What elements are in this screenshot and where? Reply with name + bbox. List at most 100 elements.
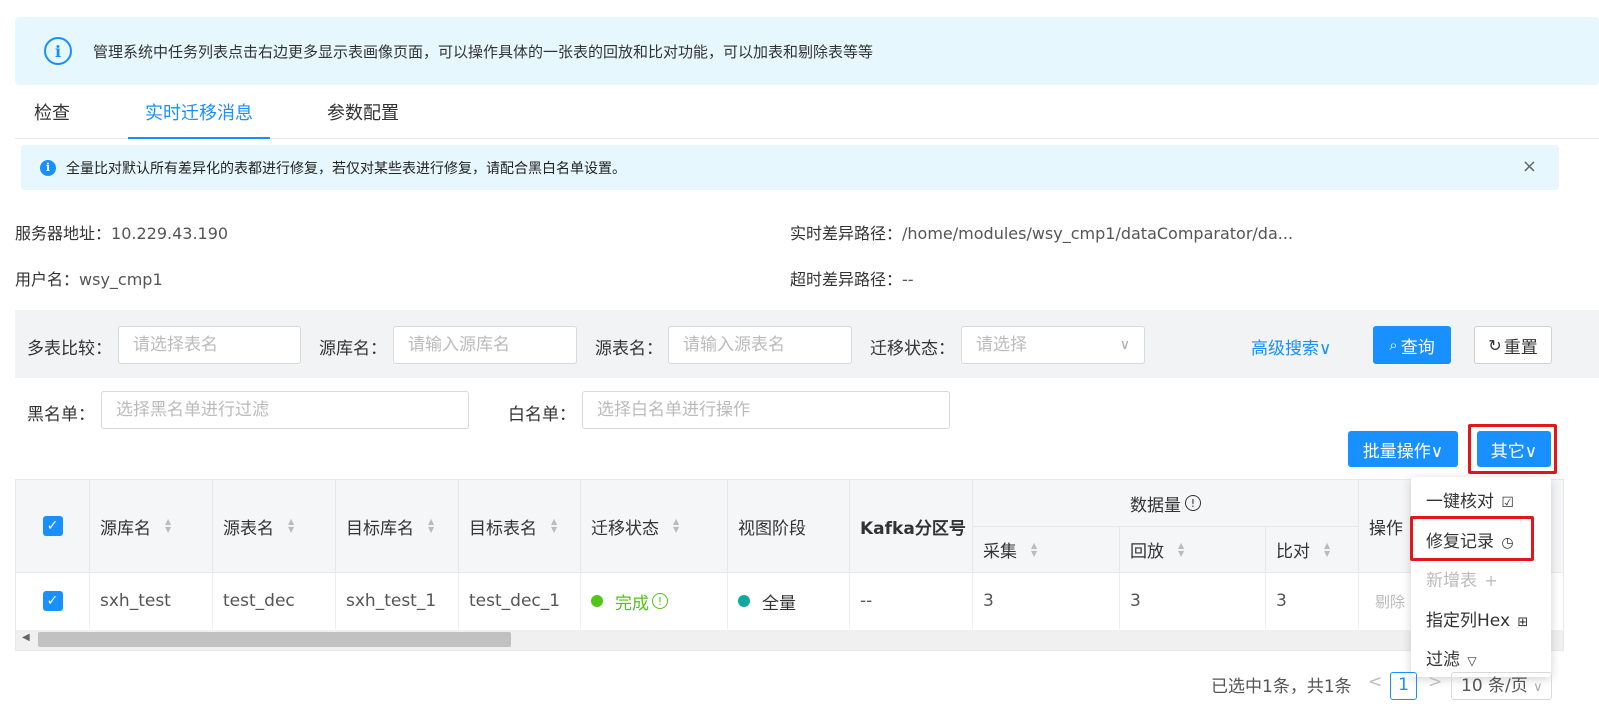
highlight-box [1410,516,1534,561]
header-src-db-label: 源库名 [100,518,151,539]
header-collect[interactable]: 采集 ▲ ▼ [973,527,1120,573]
timeout-path: 超时差异路径：-- [790,266,914,290]
header-data-volume: 数据量 ! [973,480,1359,527]
page-size-value: 10 条/页 [1461,676,1528,696]
highlight-box [1468,424,1557,474]
status-dot [591,595,603,607]
status-text: 完成 [615,593,649,614]
sort-icon[interactable]: ▲ ▼ [673,518,679,534]
filter-icon: ▽ [1467,654,1477,668]
src-table-label: 源表名： [595,339,663,359]
menu-item-add-table[interactable]: 新增表 + [1426,566,1498,591]
status-select[interactable]: 请选择 ∨ [961,326,1145,364]
header-compare-label: 比对 [1276,542,1310,562]
status-label: 迁移状态： [870,339,955,359]
prev-page-button[interactable]: < [1368,672,1382,692]
header-status-label: 迁移状态 [591,518,659,539]
chevron-down-icon: ∨ [1119,337,1130,353]
sort-icon[interactable]: ▲ ▼ [551,518,557,534]
header-compare[interactable]: 比对 ▲ ▼ [1266,527,1359,573]
next-page-button[interactable]: > [1428,672,1442,692]
sort-icon[interactable]: ▲ ▼ [1178,541,1184,558]
repair-alert: i 全量比对默认所有差异化的表都进行修复，若仅对某些表进行修复，请配合黑白名单设… [21,145,1559,190]
stage-dot [738,595,750,607]
tab-check[interactable]: 检查 [15,95,89,139]
multi-compare-select[interactable]: 请选择表名 [118,326,301,364]
cell-status: 完成 ! [581,573,728,629]
sort-icon[interactable]: ▲ ▼ [1031,541,1037,558]
diff-path: 实时差异路径：/home/modules/wsy_cmp1/dataCompar… [790,220,1293,244]
user-label: 用户名： [15,270,80,289]
timeout-path-value: -- [902,270,914,289]
header-select-all: ✓ [16,480,90,573]
page-size-select[interactable]: 10 条/页 ∨ [1451,672,1552,700]
menu-item-hex-column[interactable]: 指定列Hex ⊞ [1426,606,1528,631]
diff-path-value: /home/modules/wsy_cmp1/dataComparator/da… [902,224,1294,243]
src-db-label: 源库名： [319,339,387,359]
sort-icon[interactable]: ▲ ▼ [428,518,434,534]
header-tgt-table-label: 目标表名 [469,518,537,539]
username: 用户名：wsy_cmp1 [15,266,163,290]
header-view-stage: 视图阶段 [728,480,850,573]
info-icon: i [40,159,56,176]
header-src-db[interactable]: 源库名 ▲ ▼ [90,480,213,573]
whitelist-select[interactable]: 选择白名单进行操作 [582,391,950,429]
header-ops-label: 操作 [1369,518,1403,539]
diff-path-label: 实时差异路径： [790,224,903,243]
cell-src-db: sxh_test [90,573,213,629]
user-value: wsy_cmp1 [79,270,163,289]
header-status[interactable]: 迁移状态 ▲ ▼ [581,480,728,573]
alert-text: 全量比对默认所有差异化的表都进行修复，若仅对某些表进行修复，请配合黑白名单设置。 [66,160,626,177]
info-icon[interactable]: ! [652,593,668,609]
menu-item-label: 新增表 [1426,571,1477,591]
horizontal-scrollbar[interactable]: ◀ [16,630,1563,650]
query-button[interactable]: ⌕ 查询 [1373,326,1451,364]
src-db-input[interactable]: 请输入源库名 [393,326,577,364]
tab-param-config[interactable]: 参数配置 [315,95,411,139]
header-replay-label: 回放 [1130,542,1164,562]
info-banner: i 管理系统中任务列表点击右边更多显示表画像页面，可以操作具体的一张表的回放和比… [15,17,1599,85]
page-1-button[interactable]: 1 [1390,672,1417,700]
server-address: 服务器地址：10.229.43.190 [15,220,228,244]
menu-item-filter[interactable]: 过滤 ▽ [1426,645,1477,670]
close-icon[interactable]: × [1522,157,1537,177]
info-icon[interactable]: ! [1185,495,1201,511]
menu-item-one-click-check[interactable]: 一键核对 ☑ [1426,487,1514,512]
scroll-left-icon[interactable]: ◀ [22,632,30,643]
other-dropdown-menu: 一键核对 ☑ 修复记录 ◷ 新增表 + 指定列Hex ⊞ 过滤 ▽ [1411,477,1551,677]
batch-operation-button[interactable]: 批量操作∨ [1348,431,1458,467]
sort-icon[interactable]: ▲ ▼ [165,518,171,534]
scroll-thumb[interactable] [38,632,511,647]
task-table: ✓ 源库名 ▲ ▼ 源表名 ▲ ▼ 目标库名 ▲ ▼ 目标表名 ▲ ▼ 迁移状态 ▲ ▼ 视图阶段 … [15,479,1564,651]
tab-realtime-migration[interactable]: 实时迁移消息 [128,95,270,139]
header-kafka: Kafka分区号 [850,480,973,573]
src-table-input[interactable]: 请输入源表名 [668,326,852,364]
advanced-search-link[interactable]: 高级搜索∨ [1251,334,1331,359]
cell-tgt-db: sxh_test_1 [336,573,459,629]
reset-button-label: 重置 [1503,337,1538,358]
timeout-path-label: 超时差异路径： [790,270,903,289]
header-tgt-table[interactable]: 目标表名 ▲ ▼ [459,480,581,573]
select-all-checkbox[interactable]: ✓ [42,516,63,536]
row-checkbox[interactable]: ✓ [42,591,63,611]
menu-item-label: 指定列Hex [1426,611,1511,631]
header-src-table[interactable]: 源表名 ▲ ▼ [213,480,336,573]
cell-replay: 3 [1120,573,1266,629]
header-tgt-db[interactable]: 目标库名 ▲ ▼ [336,480,459,573]
multi-compare-label: 多表比较： [27,339,112,359]
header-src-table-label: 源表名 [223,518,274,539]
cell-compare: 3 [1266,573,1359,629]
plus-icon: + [1484,571,1498,590]
header-data-volume-label: 数据量 [1130,495,1181,516]
info-icon: i [44,37,72,65]
cell-collect: 3 [973,573,1120,629]
blacklist-select[interactable]: 选择黑名单进行过滤 [101,391,469,429]
sort-icon[interactable]: ▲ ▼ [288,518,294,534]
reset-button[interactable]: ↻ 重置 [1474,326,1552,364]
whitelist-label: 白名单： [508,405,576,425]
cell-tgt-table: test_dec_1 [459,573,581,629]
sort-icon[interactable]: ▲ ▼ [1324,541,1330,558]
search-icon: ⌕ [1389,336,1398,354]
header-replay[interactable]: 回放 ▲ ▼ [1120,527,1266,573]
header-collect-label: 采集 [983,542,1017,562]
